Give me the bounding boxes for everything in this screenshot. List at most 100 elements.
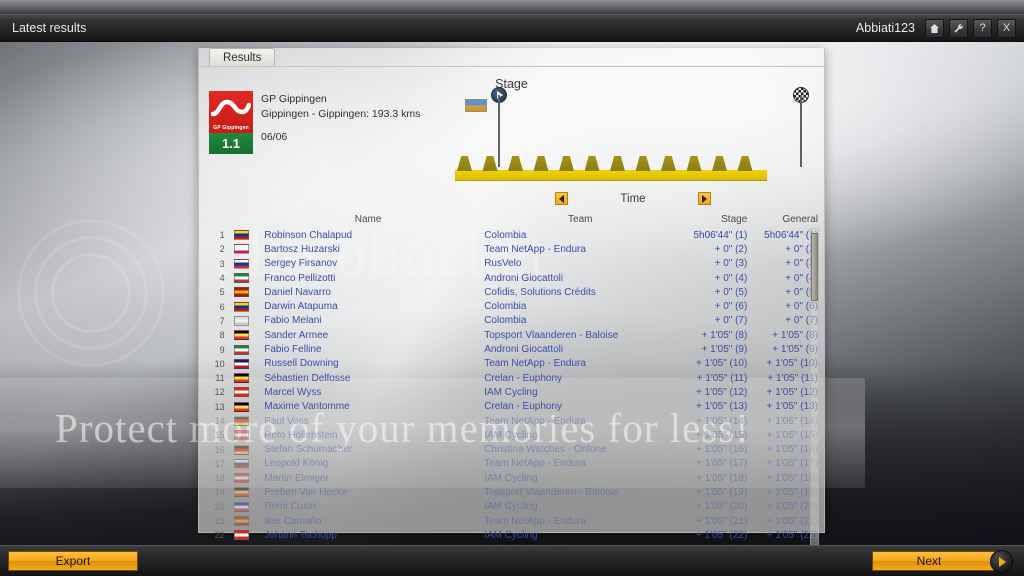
results-scrollbar[interactable] bbox=[810, 228, 819, 562]
row-rider-name[interactable]: Maxime Vantomme bbox=[252, 401, 484, 412]
row-team-name[interactable]: IAM Cycling bbox=[484, 530, 676, 541]
row-team-name[interactable]: Crelan - Euphony bbox=[484, 401, 676, 412]
table-row[interactable]: 14 Paul Voss Team NetApp - Endura + 1'05" (… bbox=[207, 414, 818, 428]
stage-profile: Time bbox=[447, 85, 819, 205]
table-row[interactable]: 7 Fabio Melani Colombia + 0" (7) + 0" (7) bbox=[207, 314, 818, 328]
table-row[interactable]: 15 Reto Hollenstein IAM Cycling + 1'05" (15… bbox=[207, 428, 818, 442]
home-icon[interactable] bbox=[925, 18, 944, 38]
row-rider-name[interactable]: Stefan Schumacher bbox=[252, 444, 484, 455]
time-next-button[interactable] bbox=[697, 192, 711, 205]
row-rider-name[interactable]: Daniel Navarro bbox=[252, 287, 484, 298]
country-flag-icon bbox=[233, 244, 249, 255]
row-flag-cell bbox=[231, 501, 253, 512]
row-team-name[interactable]: IAM Cycling bbox=[484, 501, 676, 512]
wrench-icon[interactable] bbox=[949, 18, 968, 38]
table-row[interactable]: 21 Iker Camaño Team NetApp - Endura + 1'05"… bbox=[207, 514, 818, 528]
row-team-name[interactable]: Team NetApp - Endura bbox=[484, 516, 676, 527]
country-flag-icon bbox=[233, 330, 249, 341]
row-stage-time: + 1'05" (20) bbox=[695, 501, 748, 513]
row-team-name[interactable]: Topsport Vlaanderen - Baloise bbox=[484, 330, 676, 341]
row-stage-time: + 0" (4) bbox=[714, 272, 748, 284]
row-rank: 6 bbox=[219, 301, 225, 312]
close-icon[interactable]: X bbox=[997, 18, 1016, 38]
row-team-name[interactable]: Team NetApp - Endura bbox=[484, 458, 676, 469]
row-rider-name[interactable]: Sébastien Delfosse bbox=[252, 373, 484, 384]
row-rider-name[interactable]: Fabio Melani bbox=[252, 315, 484, 326]
row-flag-cell bbox=[231, 430, 253, 441]
row-rank: 17 bbox=[214, 458, 225, 469]
row-rank: 15 bbox=[214, 430, 225, 441]
row-team-name[interactable]: Cofidis, Solutions Crédits bbox=[484, 287, 676, 298]
row-rider-name[interactable]: Fabio Felline bbox=[252, 344, 484, 355]
export-button[interactable]: Export bbox=[8, 551, 138, 571]
row-rider-name[interactable]: Marcel Wyss bbox=[252, 387, 484, 398]
row-rider-name[interactable]: Russell Downing bbox=[252, 358, 484, 369]
row-team-name[interactable]: IAM Cycling bbox=[484, 473, 676, 484]
row-team-name[interactable]: Crelan - Euphony bbox=[484, 373, 676, 384]
row-team-name[interactable]: RusVelo bbox=[484, 258, 676, 269]
row-stage-time: + 0" (3) bbox=[714, 258, 748, 270]
row-rider-name[interactable]: Darwin Atapuma bbox=[252, 301, 484, 312]
row-rider-name[interactable]: Franco Pellizotti bbox=[252, 273, 484, 284]
window-top-strip bbox=[0, 0, 1024, 14]
row-rider-name[interactable]: Robinson Chalapud bbox=[252, 230, 484, 241]
row-team-name[interactable]: IAM Cycling bbox=[484, 430, 676, 441]
row-rank: 14 bbox=[214, 416, 225, 426]
row-rider-name[interactable]: Leopold König bbox=[252, 458, 484, 469]
row-team-name[interactable]: Androni Giocattoli bbox=[484, 344, 676, 355]
table-row[interactable]: 10 Russell Downing Team NetApp - Endura + 1… bbox=[207, 357, 818, 371]
row-rider-name[interactable]: Sergey Firsanov bbox=[252, 258, 484, 269]
row-rider-name[interactable]: Preben Van Hecke bbox=[252, 487, 484, 498]
row-rider-name[interactable]: Bartosz Huzarski bbox=[252, 244, 484, 255]
table-row[interactable]: 19 Preben Van Hecke Topsport Vlaanderen - … bbox=[207, 485, 818, 499]
table-row[interactable]: 22 Johann Tschopp IAM Cycling + 1'05" (22) +… bbox=[207, 528, 818, 542]
row-team-name[interactable]: Christina Watches - Onfone bbox=[484, 444, 676, 455]
row-general-time: + 1'05" (10) bbox=[766, 358, 818, 370]
row-team-name[interactable]: Colombia bbox=[484, 315, 676, 326]
row-rider-name[interactable]: Johann Tschopp bbox=[252, 530, 484, 541]
time-prev-button[interactable] bbox=[555, 192, 569, 205]
table-row[interactable]: 20 Rémi Cusin IAM Cycling + 1'05" (20) + 1'0… bbox=[207, 500, 818, 514]
row-team-name[interactable]: IAM Cycling bbox=[484, 387, 676, 398]
row-rider-name[interactable]: Paul Voss bbox=[252, 416, 484, 427]
time-label: Time bbox=[620, 192, 646, 205]
table-row[interactable]: 2 Bartosz Huzarski Team NetApp - Endura + 0… bbox=[207, 242, 818, 256]
table-row[interactable]: 18 Martin Elmiger IAM Cycling + 1'05" (18) +… bbox=[207, 471, 818, 485]
row-rider-name[interactable]: Reto Hollenstein bbox=[252, 430, 484, 441]
row-general-time: + 1'05" (11) bbox=[767, 372, 818, 384]
row-team-name[interactable]: Topsport Vlaanderen - Baloise bbox=[484, 487, 676, 498]
table-row[interactable]: 9 Fabio Felline Androni Giocattoli + 1'05" … bbox=[207, 342, 818, 356]
table-row[interactable]: 4 Franco Pellizotti Androni Giocattoli + 0"… bbox=[207, 271, 818, 285]
row-team-name[interactable]: Androni Giocattoli bbox=[484, 273, 676, 284]
table-row[interactable]: 12 Marcel Wyss IAM Cycling + 1'05" (12) + 1'… bbox=[207, 385, 818, 399]
country-flag-icon bbox=[233, 358, 249, 369]
table-row[interactable]: 3 Sergey Firsanov RusVelo + 0" (3) + 0" (3) bbox=[207, 257, 818, 271]
row-general-time: + 1'05" (8) bbox=[772, 329, 818, 341]
next-button[interactable]: Next bbox=[872, 550, 1013, 573]
row-team-name[interactable]: Colombia bbox=[484, 301, 676, 312]
tab-results[interactable]: Results bbox=[209, 48, 276, 67]
row-team-name[interactable]: Team NetApp - Endura bbox=[484, 244, 676, 255]
table-row[interactable]: 6 Darwin Atapuma Colombia + 0" (6) + 0" (6) bbox=[207, 299, 818, 313]
row-stage-time: + 1'05" (9) bbox=[701, 344, 748, 356]
row-rider-name[interactable]: Martin Elmiger bbox=[252, 473, 484, 484]
table-row[interactable]: 11 Sébastien Delfosse Crelan - Euphony + 1'… bbox=[207, 371, 818, 385]
table-row[interactable]: 5 Daniel Navarro Cofidis, Solutions Crédit… bbox=[207, 285, 818, 299]
column-header-general: General bbox=[782, 214, 819, 225]
table-row[interactable]: 8 Sander Armee Topsport Vlaanderen - Baloi… bbox=[207, 328, 818, 342]
row-rider-name[interactable]: Rémi Cusin bbox=[252, 501, 484, 512]
row-team-name[interactable]: Colombia bbox=[484, 230, 676, 241]
table-row[interactable]: 13 Maxime Vantomme Crelan - Euphony + 1'05"… bbox=[207, 400, 818, 414]
row-rank: 16 bbox=[214, 444, 225, 455]
scrollbar-thumb[interactable] bbox=[811, 233, 818, 301]
help-icon[interactable]: ? bbox=[973, 18, 992, 38]
table-row[interactable]: 17 Leopold König Team NetApp - Endura + 1'0… bbox=[207, 457, 818, 471]
row-rider-name[interactable]: Iker Camaño bbox=[252, 516, 484, 527]
table-row[interactable]: 1 Robinson Chalapud Colombia 5h06'44" (1) 5h… bbox=[207, 228, 818, 242]
row-team-name[interactable]: Team NetApp - Endura bbox=[484, 416, 676, 427]
row-rider-name[interactable]: Sander Armee bbox=[252, 330, 484, 341]
row-team-name[interactable]: Team NetApp - Endura bbox=[484, 358, 676, 369]
country-flag-icon bbox=[233, 501, 249, 512]
table-row[interactable]: 16 Stefan Schumacher Christina Watches - O… bbox=[207, 442, 818, 456]
row-rank: 13 bbox=[214, 401, 225, 412]
